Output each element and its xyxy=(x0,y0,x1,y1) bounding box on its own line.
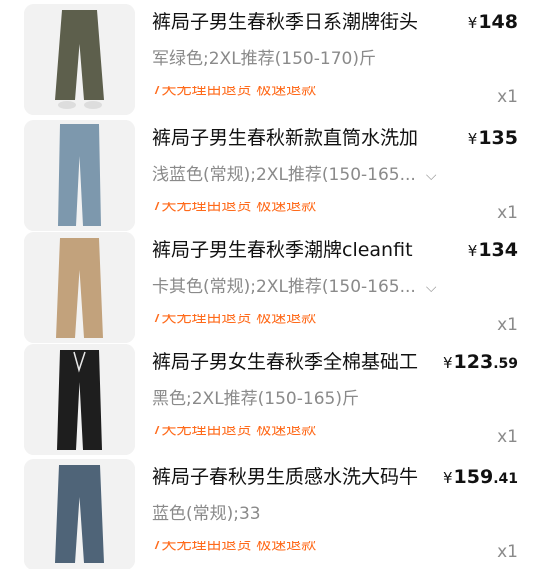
price-integer: 123 xyxy=(453,351,494,373)
price-integer: 134 xyxy=(478,239,518,261)
price-currency: ¥ xyxy=(467,242,478,260)
promo-tag: 7天无理由退货 极速退款 xyxy=(152,426,316,440)
pants-image xyxy=(24,4,135,115)
cart-item[interactable]: 裤局子男生春秋新款直筒水洗加 ¥135 浅蓝色(常规);2XL推荐(150-16… xyxy=(0,116,540,231)
price-currency: ¥ xyxy=(467,130,478,148)
spec-text: 蓝色(常规);33 xyxy=(152,504,261,524)
pants-image xyxy=(24,459,135,569)
cart-item[interactable]: 裤局子男生春秋季潮牌cleanfit ¥134 卡其色(常规);2XL推荐(15… xyxy=(0,228,540,343)
quantity: x1 xyxy=(497,315,518,335)
product-price: ¥134 xyxy=(468,236,518,266)
product-thumbnail[interactable] xyxy=(24,4,135,115)
quantity: x1 xyxy=(497,542,518,562)
promo-tag: 7天无理由退货 极速退款 xyxy=(152,202,316,216)
price-currency: ¥ xyxy=(442,469,453,487)
product-spec[interactable]: 黑色;2XL推荐(150-165)斤 xyxy=(152,386,359,412)
cart-item[interactable]: 裤局子春秋男生质感水洗大码牛 ¥159.41 蓝色(常规);33 7天无理由退货… xyxy=(0,455,540,569)
promo-tag: 7天无理由退货 极速退款 xyxy=(152,314,316,328)
promo-text: 7天无理由退货 极速退款 xyxy=(152,426,317,438)
price-decimal: .41 xyxy=(493,471,518,487)
pants-image xyxy=(24,344,135,455)
product-price: ¥148 xyxy=(468,8,518,38)
spec-text: 浅蓝色(常规);2XL推荐(150-165... xyxy=(152,165,416,185)
price-integer: 159 xyxy=(453,466,494,488)
spec-text: 军绿色;2XL推荐(150-170)斤 xyxy=(152,49,376,69)
product-title[interactable]: 裤局子男女生春秋季全棉基础工 xyxy=(152,348,442,376)
promo-text: 7天无理由退货 极速退款 xyxy=(152,202,317,214)
promo-text: 7天无理由退货 极速退款 xyxy=(152,86,317,98)
cart-item-list: 裤局子男生春秋季日系潮牌街头 ¥148 军绿色;2XL推荐(150-170)斤 … xyxy=(0,0,540,569)
product-thumbnail[interactable] xyxy=(24,344,135,455)
cart-item[interactable]: 裤局子男生春秋季日系潮牌街头 ¥148 军绿色;2XL推荐(150-170)斤 … xyxy=(0,0,540,115)
product-spec-selector[interactable]: 卡其色(常规);2XL推荐(150-165... ⌵ xyxy=(152,274,436,301)
product-thumbnail[interactable] xyxy=(24,232,135,343)
cart-item[interactable]: 裤局子男女生春秋季全棉基础工 ¥123.59 黑色;2XL推荐(150-165)… xyxy=(0,340,540,455)
promo-tag: 7天无理由退货 极速退款 xyxy=(152,541,316,555)
quantity: x1 xyxy=(497,87,518,107)
pants-image xyxy=(24,120,135,231)
promo-text: 7天无理由退货 极速退款 xyxy=(152,314,317,326)
spec-text: 黑色;2XL推荐(150-165)斤 xyxy=(152,389,359,409)
product-price: ¥123.59 xyxy=(443,348,518,378)
price-currency: ¥ xyxy=(467,14,478,32)
quantity: x1 xyxy=(497,427,518,447)
pants-image xyxy=(24,232,135,343)
product-title[interactable]: 裤局子男生春秋季日系潮牌街头 xyxy=(152,8,442,36)
spec-text: 卡其色(常规);2XL推荐(150-165... xyxy=(152,277,416,297)
quantity: x1 xyxy=(497,203,518,223)
promo-tag: 7天无理由退货 极速退款 xyxy=(152,86,316,100)
price-decimal: .59 xyxy=(493,356,518,372)
chevron-down-icon[interactable]: ⌵ xyxy=(426,275,437,301)
product-price: ¥159.41 xyxy=(443,463,518,493)
price-integer: 135 xyxy=(478,127,518,149)
product-spec[interactable]: 军绿色;2XL推荐(150-170)斤 xyxy=(152,46,376,72)
product-price: ¥135 xyxy=(468,124,518,154)
promo-text: 7天无理由退货 极速退款 xyxy=(152,541,317,553)
product-title[interactable]: 裤局子男生春秋季潮牌cleanfit xyxy=(152,236,442,264)
chevron-down-icon[interactable]: ⌵ xyxy=(426,163,437,189)
price-integer: 148 xyxy=(478,11,518,33)
product-thumbnail[interactable] xyxy=(24,459,135,569)
price-currency: ¥ xyxy=(442,354,453,372)
product-thumbnail[interactable] xyxy=(24,120,135,231)
product-title[interactable]: 裤局子春秋男生质感水洗大码牛 xyxy=(152,463,442,491)
product-title[interactable]: 裤局子男生春秋新款直筒水洗加 xyxy=(152,124,442,152)
product-spec-selector[interactable]: 浅蓝色(常规);2XL推荐(150-165... ⌵ xyxy=(152,162,436,189)
product-spec[interactable]: 蓝色(常规);33 xyxy=(152,501,261,527)
